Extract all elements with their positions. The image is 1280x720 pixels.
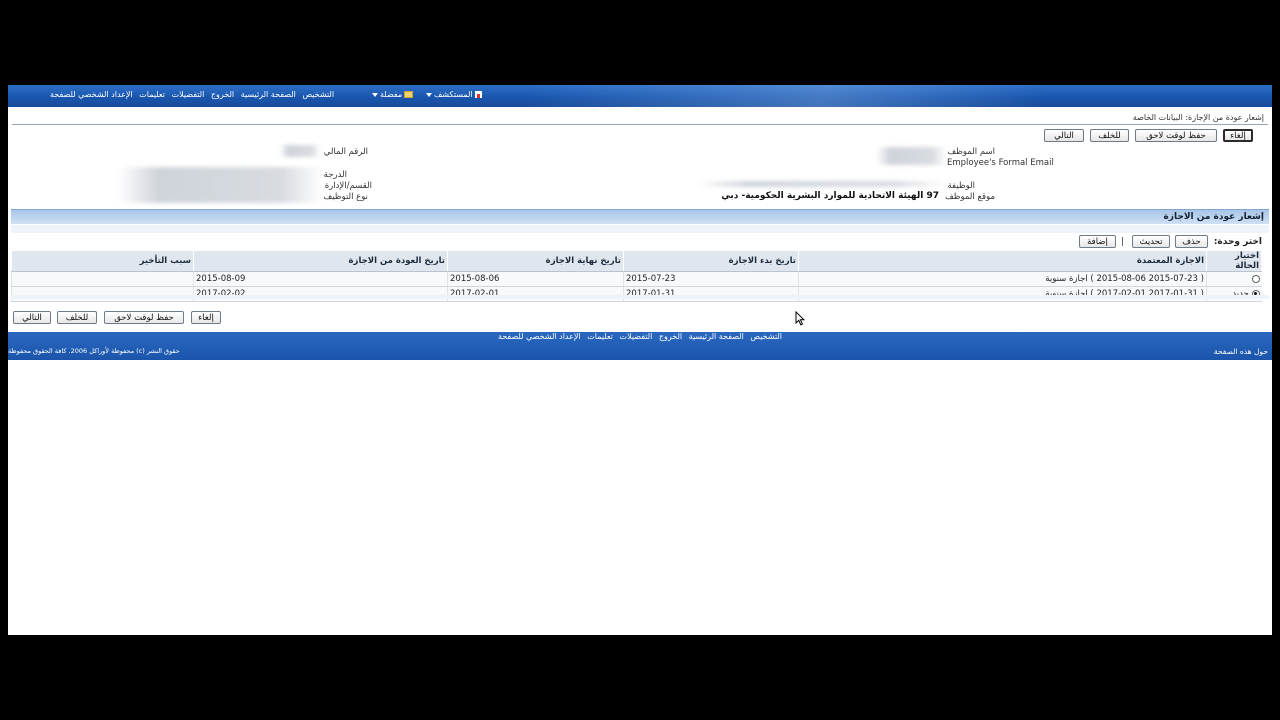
section-header-bar (11, 209, 1269, 224)
next-button-bottom[interactable]: التالي (13, 311, 51, 324)
footer-link-logout[interactable]: الخروج (659, 332, 682, 341)
row-select-radio[interactable] (1251, 274, 1260, 283)
start-date-cell: 2017-01-31 (623, 286, 799, 302)
location-label: موقع الموظف (944, 192, 995, 202)
header-link-help[interactable]: تعليمات (139, 90, 165, 99)
end-date-cell: 2017-02-01 (447, 286, 624, 302)
section-band (11, 225, 1269, 233)
next-button[interactable]: التالي (1044, 129, 1084, 142)
header-link-diagnostics[interactable]: التشخيص (302, 90, 334, 99)
navigator-label: المستكشف (434, 90, 473, 99)
footer-link-help[interactable]: تعليمات (587, 332, 613, 341)
header-link-logout[interactable]: الخروج (211, 90, 234, 99)
end-date-cell: 2015-08-06 (447, 271, 624, 287)
job-label: الوظيفة (947, 181, 975, 191)
employee-email-label: Employee's Formal Email (947, 158, 1054, 168)
approved-leave-cell: ( 2017-01-31 2017-02-01 ) اجازة سنوية (798, 286, 1207, 302)
footer-link-personalize[interactable]: الإعداد الشخصي للصفحة (498, 332, 581, 341)
back-button-bottom[interactable]: للخلف (57, 311, 97, 324)
footer-link-diagnostics[interactable]: التشخيص (750, 332, 782, 341)
column-header-status: اختيار الحالة (1206, 251, 1262, 272)
table-row: جديد ( 2017-01-31 2017-02-01 ) اجازة سنو… (11, 286, 1262, 302)
delay-reason-cell[interactable] (11, 286, 194, 302)
header-sheen (528, 85, 1268, 107)
delete-button[interactable]: حذف (1175, 235, 1208, 248)
column-header-end-date: تاريخ نهاية الاجازة (447, 251, 624, 272)
table-header-row: اختيار الحالة الاجازة المعتمدة تاريخ بدء… (11, 251, 1262, 272)
cancel-button-bottom[interactable]: إلغاء (191, 311, 221, 324)
redacted-value (280, 145, 320, 157)
favorites-icon (404, 91, 414, 98)
header-link-home[interactable]: الصفحة الرئيسية (241, 90, 296, 99)
table-bottom-band (11, 295, 1269, 299)
header-links: التشخيص الصفحة الرئيسية الخروج التفضيلات… (48, 90, 336, 99)
add-button[interactable]: إضافة (1079, 235, 1116, 248)
section-title: إشعار عودة من الاجازة (1163, 212, 1264, 222)
employment-type-label: نوع التوظيف (323, 192, 368, 202)
chevron-down-icon (372, 92, 378, 97)
chevron-down-icon (426, 92, 432, 97)
redacted-value (876, 147, 946, 165)
start-date-cell: 2015-07-23 (623, 271, 799, 287)
footer-link-preferences[interactable]: التفضيلات (620, 332, 653, 341)
redacted-value (118, 167, 323, 203)
grade-label: الدرجة (323, 170, 347, 180)
cancel-button[interactable]: إلغاء (1223, 129, 1253, 142)
breadcrumb: إشعار عودة من الإجازة: البيانات الخاصة (1132, 113, 1264, 122)
approved-leave-cell: ( 2015-07-23 2015-08-06 ) اجازة سنوية (798, 271, 1207, 287)
global-header: المستكشف مفضلة التشخيص الصفحة الرئيسية ا… (8, 85, 1272, 107)
favorites-label: مفضلة (380, 90, 403, 99)
divider (12, 124, 1268, 125)
home-icon (474, 91, 482, 98)
employee-name-label: اسم الموظف (947, 147, 995, 157)
copyright-text: حقوق النشر (c) محفوظة لأوراكل 2006. كافة… (8, 347, 180, 355)
financial-number-label: الرقم المالي (323, 147, 368, 157)
back-button[interactable]: للخلف (1090, 129, 1129, 142)
about-page-link[interactable]: حول هذه الصفحة (1214, 347, 1268, 356)
header-link-preferences[interactable]: التفضيلات (172, 90, 205, 99)
favorites-menu[interactable]: مفضلة (372, 90, 414, 99)
footer-links: التشخيص الصفحة الرئيسية الخروج التفضيلات… (8, 332, 1272, 341)
location-value: 97 الهيئة الاتحادية للموارد البشرية الحك… (721, 191, 939, 201)
table-row: ( 2015-07-23 2015-08-06 ) اجازة سنوية 20… (11, 271, 1262, 287)
navigator-menu[interactable]: المستكشف (426, 90, 482, 99)
column-header-approved-leave: الاجازة المعتمدة (798, 251, 1207, 272)
mouse-cursor-icon (795, 311, 805, 326)
update-button[interactable]: تحديث (1132, 235, 1170, 248)
save-for-later-button-bottom[interactable]: حفظ لوقت لاحق (104, 311, 184, 324)
app-window: المستكشف مفضلة التشخيص الصفحة الرئيسية ا… (8, 85, 1272, 635)
footer-link-home[interactable]: الصفحة الرئيسية (689, 332, 744, 341)
status-cell[interactable] (1206, 271, 1262, 287)
header-link-personalize[interactable]: الإعداد الشخصي للصفحة (50, 90, 133, 99)
column-header-return-date: تاريخ العودة من الاجازة (193, 251, 448, 272)
redacted-value (698, 181, 946, 187)
separator: | (1121, 237, 1125, 247)
return-date-cell[interactable]: 2015-08-09 (193, 271, 448, 287)
column-header-start-date: تاريخ بدء الاجازة (623, 251, 799, 272)
column-header-delay-reason: سبب التأخير (11, 251, 194, 272)
return-date-cell[interactable]: 2017-02-02 (193, 286, 448, 302)
delay-reason-cell[interactable] (11, 271, 194, 287)
status-cell[interactable]: جديد (1206, 286, 1262, 302)
department-label: القسم/الإدارة (324, 181, 372, 191)
global-footer: التشخيص الصفحة الرئيسية الخروج التفضيلات… (8, 332, 1272, 360)
save-for-later-button[interactable]: حفظ لوقت لاحق (1135, 129, 1217, 142)
select-row-label: اختر وحدة: (1213, 237, 1262, 247)
